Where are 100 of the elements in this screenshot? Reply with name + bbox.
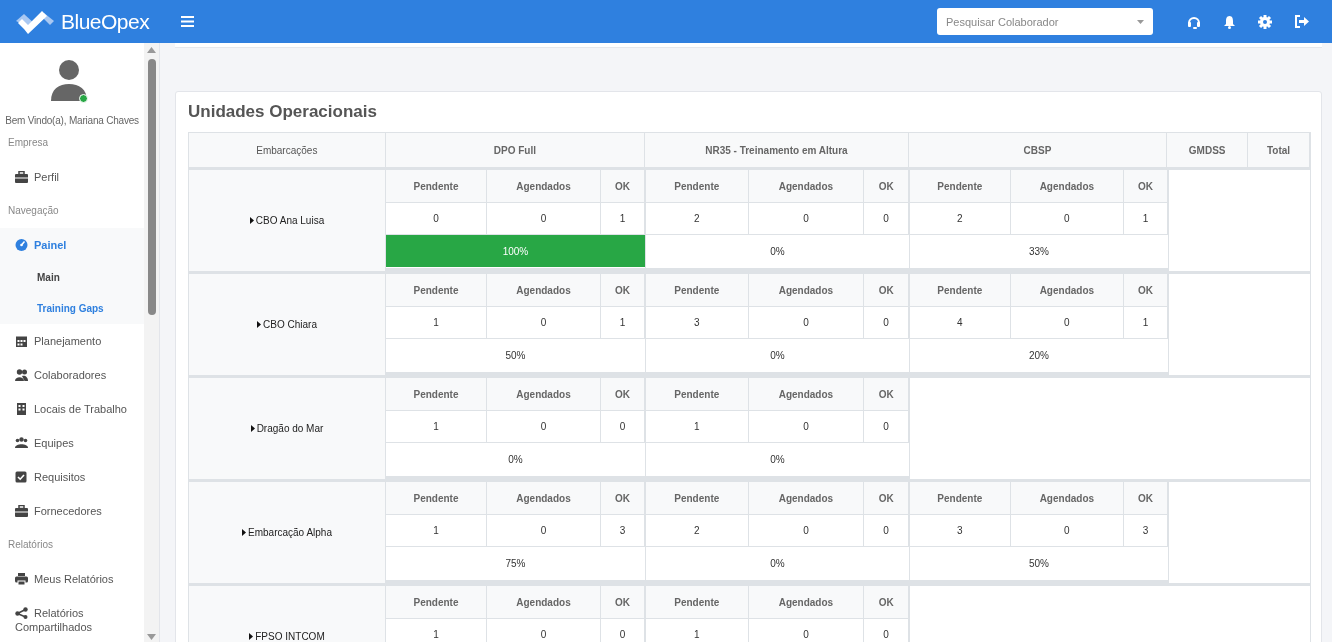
subheader-cell: Agendados <box>487 170 601 203</box>
settings-icon[interactable] <box>1258 14 1272 29</box>
percent-cell-text: 0% <box>507 452 524 467</box>
briefcase-icon <box>15 171 28 183</box>
value-cell: 2 <box>646 203 749 235</box>
column-header: GMDSS <box>1167 133 1249 167</box>
value-cell: 4 <box>910 307 1011 339</box>
vessel-name[interactable]: Embarcação Alpha <box>242 527 332 538</box>
percent-cell-text: 0% <box>769 348 786 363</box>
welcome-text: Bem Vindo(a), Mariana Chaves <box>5 115 139 126</box>
column-header: DPO Full <box>385 133 646 167</box>
logo-icon <box>14 8 54 35</box>
subheader-cell: Pendente <box>386 586 487 619</box>
subheader-cell: Agendados <box>1010 482 1125 515</box>
vessel-name[interactable]: Dragão do Mar <box>250 423 324 434</box>
value-cell: 0 <box>748 203 865 235</box>
nav-item[interactable]: Colaboradores <box>0 358 145 392</box>
subheader-cell: Agendados <box>748 586 865 619</box>
value-cell: 0 <box>600 619 645 642</box>
section-title: Empresa <box>7 136 49 150</box>
subheader-cell: OK <box>600 170 645 203</box>
card-title: Unidades Operacionais <box>188 102 378 122</box>
value-cell: 1 <box>646 411 749 443</box>
subheader-cell: OK <box>1124 170 1168 203</box>
scroll-up-icon[interactable] <box>147 47 157 53</box>
subheader-cell: OK <box>864 482 909 515</box>
value-cell: 0 <box>1010 203 1125 235</box>
subheader-cell: Pendente <box>646 482 749 515</box>
value-cell: 1 <box>1124 307 1168 339</box>
subheader-cell: OK <box>864 378 909 411</box>
subheader-cell: Agendados <box>487 274 601 307</box>
value-cell: 3 <box>910 515 1011 547</box>
scroll-down-icon[interactable] <box>147 634 157 640</box>
nav-item[interactable]: Requisitos <box>0 460 145 494</box>
subheader-cell: OK <box>864 170 909 203</box>
value-cell: 3 <box>646 307 749 339</box>
subheader-cell: OK <box>600 482 645 515</box>
section-title: Relatórios <box>7 538 55 552</box>
percent-cell-text: 0% <box>769 452 786 467</box>
subheader-cell: Pendente <box>646 378 749 411</box>
subheader-cell: OK <box>864 586 909 619</box>
caret-icon <box>250 425 255 432</box>
building-icon <box>15 403 28 415</box>
subheader-cell: Pendente <box>386 274 487 307</box>
nav-item[interactable]: Fornecedores <box>0 494 145 528</box>
value-cell: 0 <box>1010 515 1125 547</box>
subheader-cell: Agendados <box>748 274 865 307</box>
nav-item[interactable]: Equipes <box>0 426 145 460</box>
caret-icon <box>242 529 246 536</box>
nav-item[interactable]: Painel <box>0 228 145 262</box>
value-cell: 2 <box>910 203 1011 235</box>
vessel-name[interactable]: FPSO INTCOM <box>249 631 325 642</box>
nav-item[interactable]: Locais de Trabalho <box>0 392 145 426</box>
subheader-cell: Pendente <box>646 274 749 307</box>
value-cell: 0 <box>748 515 865 547</box>
subheader-cell: Agendados <box>487 378 601 411</box>
logout-icon[interactable] <box>1294 15 1309 28</box>
scrollbar-thumb[interactable] <box>147 59 156 315</box>
percent-cell-text: 0% <box>769 244 786 259</box>
value-cell: 1 <box>386 411 487 443</box>
nav-item[interactable]: Relatórios Compartilhados <box>0 596 145 642</box>
percent-cell-text: 0% <box>769 556 786 571</box>
column-header: CBSP <box>908 133 1168 167</box>
nav-item[interactable]: Planejamento <box>0 324 145 358</box>
subheader-cell: Agendados <box>748 378 865 411</box>
scrollbar-track[interactable] <box>144 43 159 642</box>
menu-icon[interactable] <box>181 16 195 27</box>
subheader-cell: Pendente <box>910 482 1011 515</box>
nav-subitem[interactable]: Main <box>0 262 145 293</box>
nav-subitem[interactable]: Training Gaps <box>0 293 145 324</box>
search-field[interactable]: Pesquisar Colaborador <box>937 8 1153 35</box>
vessel-name[interactable]: CBO Chiara <box>257 319 317 330</box>
calendar-icon <box>15 335 28 347</box>
nav-item[interactable]: Meus Relatórios <box>0 562 145 596</box>
subheader-cell: Pendente <box>386 170 487 203</box>
value-cell: 0 <box>487 307 601 339</box>
value-cell: 0 <box>487 515 601 547</box>
gauge-icon <box>15 239 28 251</box>
subheader-cell: OK <box>1124 482 1168 515</box>
subheader-cell: Pendente <box>646 170 749 203</box>
value-cell: 0 <box>864 203 909 235</box>
percent-cell: 100% <box>386 235 645 267</box>
vessel-name[interactable]: CBO Ana Luisa <box>249 215 325 226</box>
percent-cell-text: 33% <box>1028 244 1050 259</box>
value-cell: 0 <box>748 307 865 339</box>
percent-cell-text: 75% <box>504 556 527 571</box>
subheader-cell: Agendados <box>487 586 601 619</box>
headset-icon[interactable] <box>1187 14 1201 29</box>
subheader-cell: Pendente <box>386 482 487 515</box>
value-cell: 0 <box>748 619 865 642</box>
subheader-cell: Pendente <box>910 170 1011 203</box>
percent-cell-text: 20% <box>1028 348 1050 363</box>
nav-item[interactable]: Perfil <box>0 160 145 194</box>
value-cell: 3 <box>600 515 645 547</box>
subheader-cell: OK <box>600 274 645 307</box>
subheader-cell: OK <box>600 378 645 411</box>
bell-icon[interactable] <box>1223 14 1236 29</box>
printer-icon <box>15 573 28 585</box>
section-title: Navegação <box>7 204 60 218</box>
subheader-cell: Agendados <box>487 482 601 515</box>
